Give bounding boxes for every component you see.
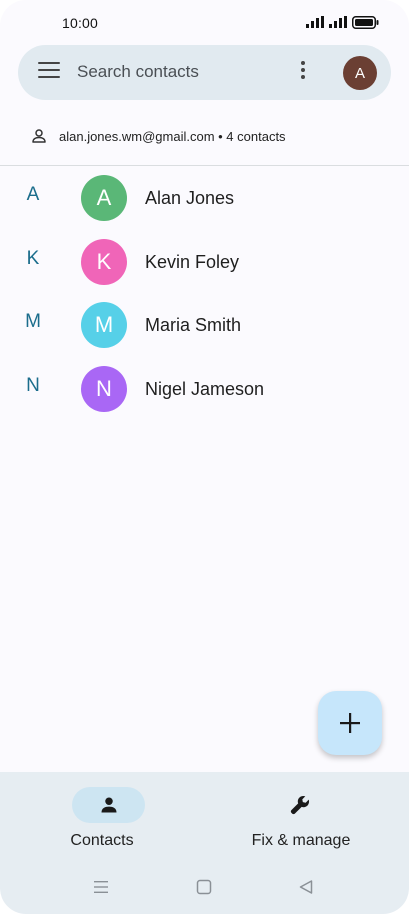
contact-name: Kevin Foley [145, 252, 240, 272]
nav-contacts-pill [72, 787, 145, 823]
home-icon [196, 879, 212, 895]
system-nav-bar [0, 866, 409, 910]
contact-row[interactable]: A A Alan Jones [0, 166, 409, 222]
contact-name: Alan Jones [145, 188, 235, 208]
add-contact-button[interactable] [318, 691, 382, 755]
section-letter: M [25, 311, 41, 332]
section-letter: A [26, 184, 40, 205]
account-avatar[interactable]: A [343, 56, 377, 90]
nav-fix-label: Fix & manage [251, 832, 351, 849]
contact-row[interactable]: N N Nigel Jameson [0, 357, 409, 413]
recent-apps-button[interactable] [90, 876, 112, 898]
contact-avatar: M [81, 302, 127, 348]
nav-contacts-label: Contacts [70, 832, 134, 849]
section-letter: N [26, 375, 40, 396]
account-summary-text: alan.jones.wm@gmail.com • 4 contacts [59, 128, 286, 144]
contact-name: Nigel Jameson [145, 379, 265, 399]
menu-icon[interactable] [38, 62, 60, 82]
more-vert-icon[interactable] [298, 61, 308, 83]
contact-row[interactable]: M M Maria Smith [0, 293, 409, 349]
status-time: 10:00 [62, 15, 99, 31]
search-input[interactable]: Search contacts [77, 62, 199, 82]
nav-fix-pill [263, 787, 336, 823]
section-letter: K [26, 248, 40, 269]
nav-fix-manage[interactable]: Fix & manage [204, 772, 408, 868]
signal-icon-2 [329, 16, 347, 28]
status-bar: 10:00 [0, 0, 409, 44]
contact-row[interactable]: K K Kevin Foley [0, 230, 409, 286]
contact-avatar: K [81, 239, 127, 285]
signal-icon [306, 16, 324, 28]
account-summary: alan.jones.wm@gmail.com • 4 contacts [30, 124, 286, 148]
contact-avatar: A [81, 175, 127, 221]
status-icons [306, 14, 379, 30]
back-button[interactable] [295, 876, 317, 898]
recents-icon [94, 881, 108, 893]
wrench-icon [290, 795, 309, 815]
person-outline-icon [32, 129, 46, 143]
plus-icon [340, 713, 360, 733]
search-bar[interactable]: Search contacts A [18, 45, 391, 100]
nav-contacts[interactable]: Contacts [0, 772, 204, 868]
phone-screen: 10:00 Search contacts A alan.jones.wm@gm… [0, 0, 409, 914]
person-icon [101, 797, 116, 813]
home-button[interactable] [193, 876, 215, 898]
contact-avatar: N [81, 366, 127, 412]
back-icon [299, 880, 313, 894]
contact-name: Maria Smith [145, 315, 242, 335]
battery-icon [352, 15, 379, 29]
